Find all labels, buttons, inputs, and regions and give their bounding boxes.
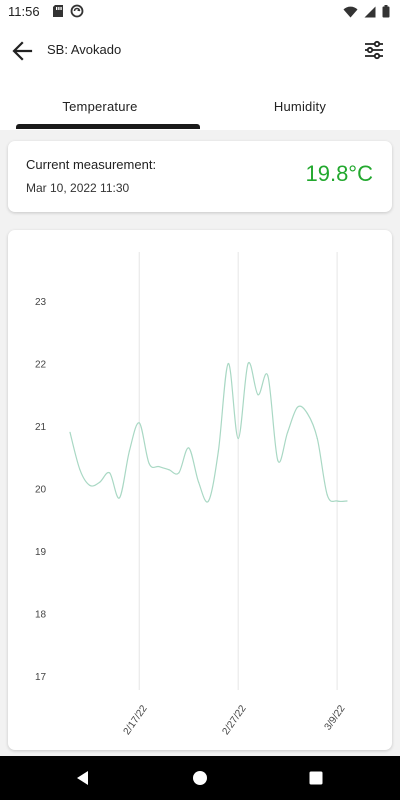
nav-home-button[interactable] xyxy=(190,768,210,788)
sd-card-icon xyxy=(52,4,64,18)
home-circle-icon xyxy=(193,771,207,785)
temperature-chart-card[interactable]: 17 18 19 20 21 22 23 2/17/22 2/27/22 3/9/22 xyxy=(8,230,392,750)
y-tick-label: 17 xyxy=(35,672,47,683)
app-toolbar: SB: Avokado xyxy=(0,24,400,76)
recents-square-icon xyxy=(309,771,323,785)
x-tick-label: 3/9/22 xyxy=(323,703,348,732)
y-tick-label: 19 xyxy=(35,547,47,558)
nav-recents-button[interactable] xyxy=(306,768,326,788)
data-point xyxy=(247,362,249,365)
battery-icon xyxy=(382,5,390,18)
sliders-icon xyxy=(365,40,383,60)
data-point xyxy=(138,422,140,424)
tab-selected-indicator xyxy=(16,124,200,129)
measurement-value: 19.8°C xyxy=(305,161,373,186)
tab-humidity-label: Humidity xyxy=(273,99,327,114)
temperature-series-line xyxy=(69,362,348,503)
wifi-icon xyxy=(343,6,358,18)
y-tick-label: 22 xyxy=(35,360,47,371)
signal-icon xyxy=(364,6,376,18)
data-point xyxy=(178,472,180,474)
data-point xyxy=(168,469,170,471)
y-tick-label: 20 xyxy=(35,485,47,496)
y-tick-label: 18 xyxy=(35,610,47,621)
status-time: 11:56 xyxy=(8,4,40,19)
tab-temperature[interactable]: Temperature xyxy=(0,76,200,130)
data-point xyxy=(287,431,289,433)
data-point xyxy=(257,394,259,396)
tab-temperature-label: Temperature xyxy=(62,99,138,114)
data-point xyxy=(89,484,91,486)
data-point xyxy=(326,494,328,496)
y-tick-label: 23 xyxy=(35,297,47,308)
x-tick-label: 2/27/22 xyxy=(220,703,248,737)
measurement-date: Mar 10, 2022 11:30 xyxy=(26,181,130,195)
x-tick-label: 2/17/22 xyxy=(122,703,150,737)
data-point xyxy=(198,481,200,483)
data-point xyxy=(109,472,111,474)
back-triangle-icon xyxy=(77,771,88,785)
data-point xyxy=(267,375,269,377)
filter-settings-button[interactable] xyxy=(362,38,386,62)
data-point xyxy=(188,447,190,449)
back-button[interactable] xyxy=(10,38,36,64)
data-point xyxy=(158,466,160,468)
tab-humidity[interactable]: Humidity xyxy=(200,76,400,130)
system-nav-bar xyxy=(0,756,400,800)
data-point xyxy=(128,450,130,452)
status-left-icons xyxy=(52,4,84,18)
data-point xyxy=(79,469,81,471)
temperature-line-chart[interactable]: 17 18 19 20 21 22 23 2/17/22 2/27/22 3/9/22 xyxy=(8,230,392,750)
data-point xyxy=(237,437,239,440)
y-tick-label: 21 xyxy=(35,422,47,433)
status-bar: 11:56 xyxy=(0,0,400,24)
measurement-label: Current measurement: xyxy=(26,157,157,172)
tab-bar: Temperature Humidity xyxy=(0,76,400,130)
data-point xyxy=(207,500,210,502)
nav-back-button[interactable] xyxy=(74,768,94,788)
data-point xyxy=(306,412,308,415)
current-measurement-card: Current measurement: Mar 10, 2022 11:30 … xyxy=(8,141,392,212)
data-point xyxy=(346,500,348,502)
app-screen: 11:56 SB: Avokado Temperature Humidity C… xyxy=(0,0,400,800)
data-point xyxy=(277,459,279,461)
data-point xyxy=(69,431,71,433)
data-point xyxy=(99,481,101,483)
data-point xyxy=(296,406,299,408)
data-point xyxy=(336,500,338,502)
data-point xyxy=(118,497,121,499)
arrow-left-icon xyxy=(12,41,33,61)
status-right-icons xyxy=(343,5,390,18)
data-point xyxy=(316,437,318,440)
page-title: SB: Avokado xyxy=(47,42,122,57)
data-point xyxy=(227,362,229,365)
sync-icon xyxy=(70,4,84,18)
data-point xyxy=(217,450,219,452)
data-point xyxy=(148,462,150,465)
